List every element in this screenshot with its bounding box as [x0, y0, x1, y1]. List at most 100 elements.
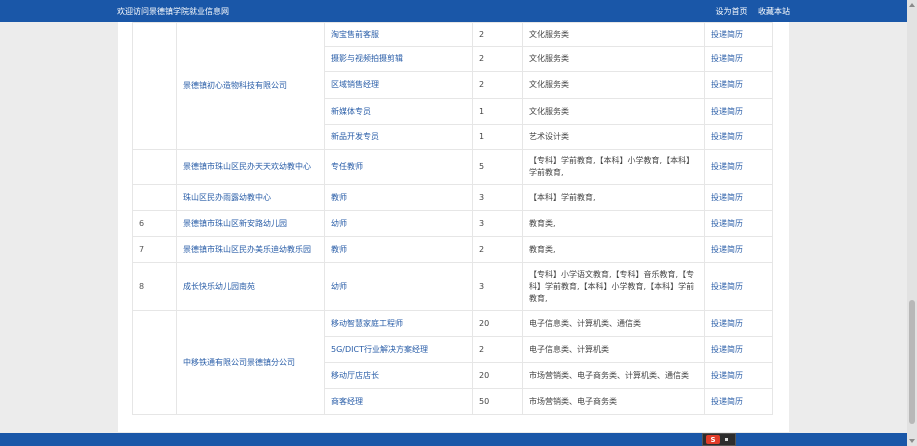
set-homepage-link[interactable]: 设为首页: [715, 7, 747, 16]
position-name[interactable]: 5G/DICT行业解决方案经理: [324, 336, 473, 363]
position-name[interactable]: 移动智慧家庭工程师: [324, 310, 473, 337]
major-requirement: 电子信息类、计算机类: [522, 336, 705, 363]
company-name[interactable]: 景德镇初心造物科技有限公司: [176, 22, 325, 150]
table-row: 珠山区民办雨露幼教中心 教师 3 【本科】学前教育, 投递简历: [132, 184, 773, 211]
submit-resume-link[interactable]: 投递简历: [711, 345, 743, 354]
apply-cell: 投递简历: [704, 262, 773, 311]
footer-band: [0, 433, 917, 446]
apply-cell: 投递简历: [704, 46, 773, 72]
submit-resume-link[interactable]: 投递简历: [711, 193, 743, 202]
vertical-scrollbar[interactable]: [907, 0, 917, 446]
top-links: 设为首页 收藏本站: [707, 6, 790, 17]
apply-cell: 投递简历: [704, 336, 773, 363]
hire-count: 5: [472, 149, 523, 185]
hire-count: 2: [472, 46, 523, 72]
major-requirement: 文化服务类: [522, 98, 705, 125]
scroll-down-arrow-icon[interactable]: [909, 439, 915, 443]
row-number: 6: [132, 210, 177, 237]
table-row: 8 成长快乐幼儿园南苑 幼师 3 【专科】小学语文教育,【专科】音乐教育,【专科】学前教…: [132, 262, 773, 311]
apply-cell: 投递简历: [704, 388, 773, 415]
hire-count: 3: [472, 210, 523, 237]
row-number: [132, 184, 177, 211]
table-row: 6 景德镇市珠山区新安路幼儿园 幼师 3 教育类, 投递简历: [132, 210, 773, 237]
apply-cell: 投递简历: [704, 71, 773, 99]
scroll-up-arrow-icon[interactable]: [909, 3, 915, 7]
main-content: 景德镇初心造物科技有限公司 淘宝售前客服 2 文化服务类 投递简历 摄影与视频拍摄剪辑 2 文…: [118, 22, 789, 432]
hire-count: 50: [472, 388, 523, 415]
hire-count: 2: [472, 71, 523, 99]
hire-count: 1: [472, 124, 523, 150]
row-number: [132, 310, 177, 415]
hire-count: 20: [472, 310, 523, 337]
position-name[interactable]: 商客经理: [324, 388, 473, 415]
submit-resume-link[interactable]: 投递简历: [711, 30, 743, 39]
welcome-text: 欢迎访问景德镇学院就业信息网: [117, 7, 229, 16]
position-name[interactable]: 新媒体专员: [324, 98, 473, 125]
position-name[interactable]: 教师: [324, 184, 473, 211]
major-requirement: 文化服务类: [522, 46, 705, 72]
row-number: [132, 149, 177, 185]
submit-resume-link[interactable]: 投递简历: [711, 371, 743, 380]
apply-cell: 投递简历: [704, 236, 773, 263]
apply-cell: 投递简历: [704, 362, 773, 389]
scroll-thumb[interactable]: [909, 300, 915, 424]
submit-resume-link[interactable]: 投递简历: [711, 54, 743, 63]
table-row: 景德镇初心造物科技有限公司 淘宝售前客服 2 文化服务类 投递简历: [132, 22, 773, 150]
top-bar: 欢迎访问景德镇学院就业信息网 设为首页 收藏本站: [0, 0, 917, 22]
apply-cell: 投递简历: [704, 210, 773, 237]
major-requirement: 艺术设计类: [522, 124, 705, 150]
position-name[interactable]: 淘宝售前客服: [324, 22, 473, 47]
submit-resume-link[interactable]: 投递简历: [711, 397, 743, 406]
company-name[interactable]: 成长快乐幼儿园南苑: [176, 262, 325, 311]
major-requirement: 市场营销类、电子商务类: [522, 388, 705, 415]
major-requirement: 教育类,: [522, 236, 705, 263]
submit-resume-link[interactable]: 投递简历: [711, 80, 743, 89]
hire-count: 3: [472, 262, 523, 311]
apply-cell: 投递简历: [704, 124, 773, 150]
company-name[interactable]: 景德镇市珠山区民办天天欢幼教中心: [176, 149, 325, 185]
company-name[interactable]: 景德镇市珠山区民办美乐迪幼教乐园: [176, 236, 325, 263]
major-requirement: 文化服务类: [522, 22, 705, 47]
major-requirement: 电子信息类、计算机类、通信类: [522, 310, 705, 337]
submit-resume-link[interactable]: 投递简历: [711, 132, 743, 141]
row-number: [132, 22, 177, 150]
major-requirement: 市场营销类、电子商务类、计算机类、通信类: [522, 362, 705, 389]
submit-resume-link[interactable]: 投递简历: [711, 319, 743, 328]
apply-cell: 投递简历: [704, 184, 773, 211]
ime-toolbar[interactable]: S: [702, 433, 736, 446]
position-name[interactable]: 摄影与视频拍摄剪辑: [324, 46, 473, 72]
submit-resume-link[interactable]: 投递简历: [711, 162, 743, 171]
ime-logo-icon: S: [706, 435, 720, 444]
jobs-table: 景德镇初心造物科技有限公司 淘宝售前客服 2 文化服务类 投递简历 摄影与视频拍摄剪辑 2 文…: [132, 22, 773, 415]
apply-cell: 投递简历: [704, 149, 773, 185]
table-row: 景德镇市珠山区民办天天欢幼教中心 专任教师 5 【专科】学前教育,【本科】小学教育,【…: [132, 149, 773, 185]
major-requirement: 【专科】学前教育,【本科】小学教育,【本科】学前教育,: [522, 149, 705, 185]
table-row: 中移铁通有限公司景德镇分公司 移动智慧家庭工程师 20 电子信息类、计算机类、通信类投…: [132, 310, 773, 415]
position-name[interactable]: 新品开发专员: [324, 124, 473, 150]
major-requirement: 教育类,: [522, 210, 705, 237]
company-name[interactable]: 中移铁通有限公司景德镇分公司: [176, 310, 325, 415]
position-name[interactable]: 幼师: [324, 210, 473, 237]
apply-cell: 投递简历: [704, 98, 773, 125]
submit-resume-link[interactable]: 投递简历: [711, 282, 743, 291]
position-name[interactable]: 幼师: [324, 262, 473, 311]
position-name[interactable]: 专任教师: [324, 149, 473, 185]
ime-menu-dot-icon: [725, 438, 728, 441]
hire-count: 2: [472, 236, 523, 263]
row-number: 8: [132, 262, 177, 311]
company-name[interactable]: 景德镇市珠山区新安路幼儿园: [176, 210, 325, 237]
apply-cell: 投递简历: [704, 310, 773, 337]
position-name[interactable]: 教师: [324, 236, 473, 263]
table-row: 7 景德镇市珠山区民办美乐迪幼教乐园 教师 2 教育类, 投递简历: [132, 236, 773, 263]
company-name[interactable]: 珠山区民办雨露幼教中心: [176, 184, 325, 211]
submit-resume-link[interactable]: 投递简历: [711, 219, 743, 228]
major-requirement: 【本科】学前教育,: [522, 184, 705, 211]
position-name[interactable]: 区域销售经理: [324, 71, 473, 99]
submit-resume-link[interactable]: 投递简历: [711, 245, 743, 254]
submit-resume-link[interactable]: 投递简历: [711, 107, 743, 116]
apply-cell: 投递简历: [704, 22, 773, 47]
hire-count: 3: [472, 184, 523, 211]
position-name[interactable]: 移动厅店店长: [324, 362, 473, 389]
bookmark-link[interactable]: 收藏本站: [758, 7, 790, 16]
hire-count: 1: [472, 98, 523, 125]
